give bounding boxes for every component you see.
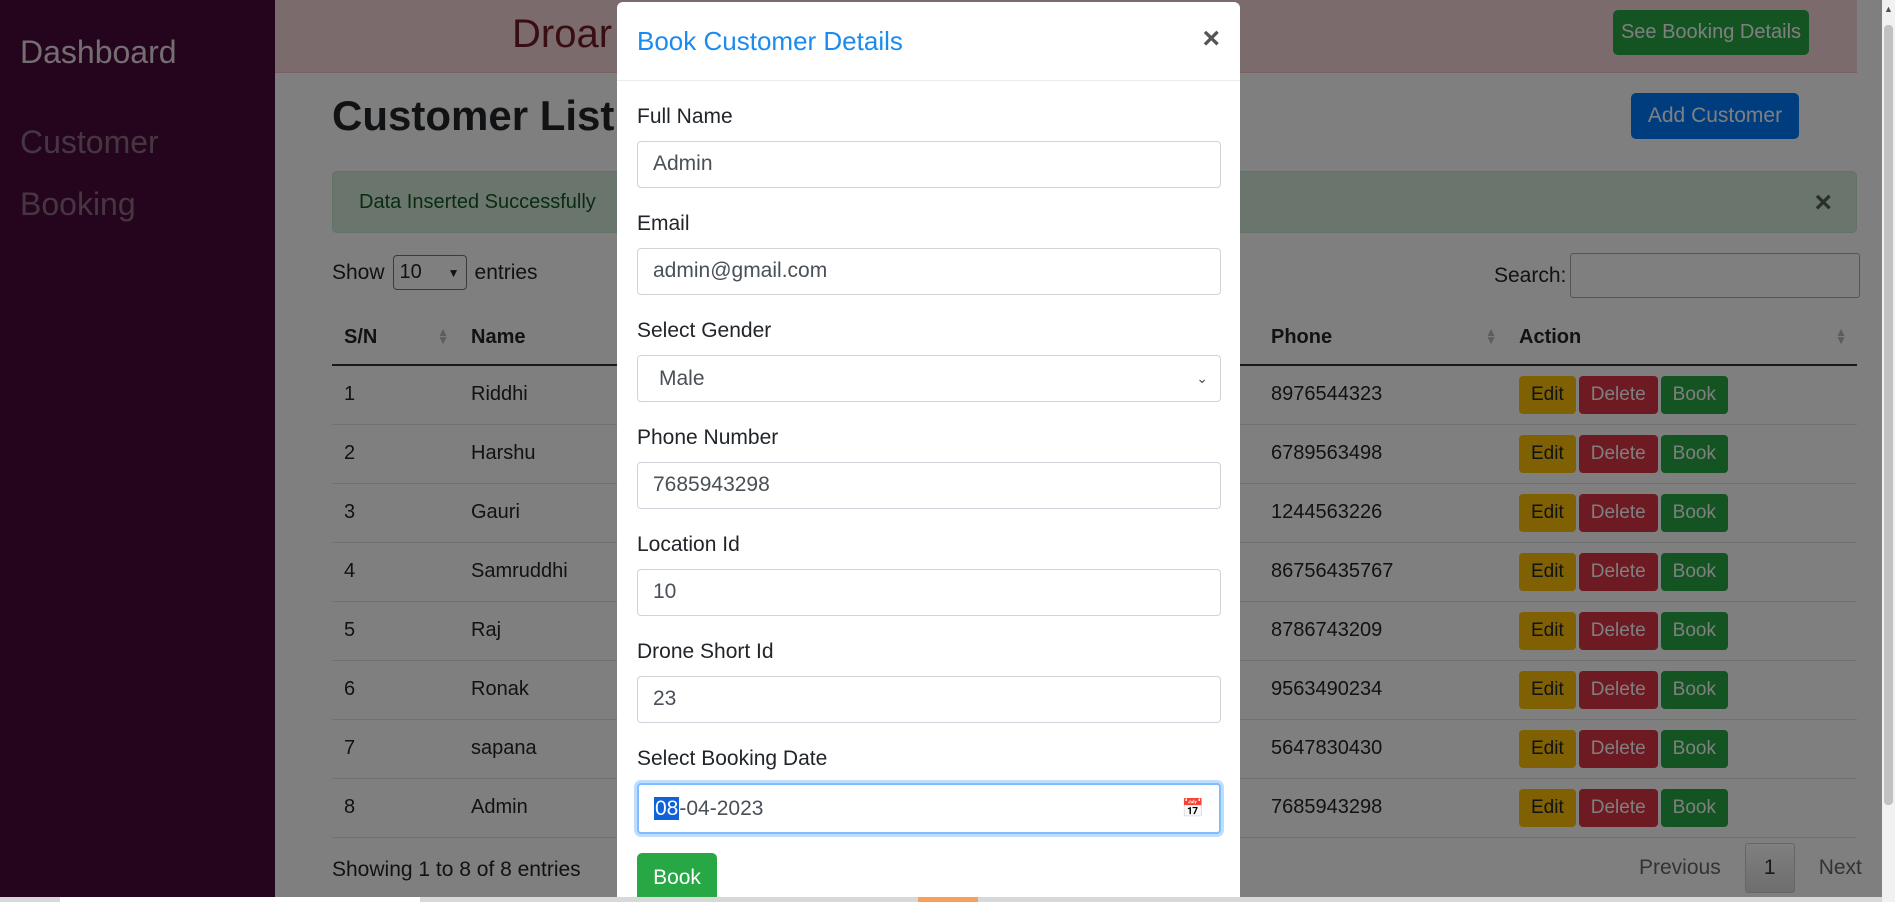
gender-label: Select Gender — [637, 319, 772, 342]
close-icon[interactable]: × — [1202, 22, 1220, 56]
taskbar-segment — [918, 897, 978, 902]
phone-label: Phone Number — [637, 426, 779, 449]
phone-field[interactable]: 7685943298 — [637, 462, 1221, 509]
scroll-up-icon[interactable]: ▲ — [1884, 4, 1893, 14]
location-id-field[interactable]: 10 — [637, 569, 1221, 616]
booking-date-label: Select Booking Date — [637, 747, 828, 770]
full-name-label: Full Name — [637, 105, 733, 128]
date-day-segment[interactable]: 08 — [654, 796, 680, 820]
email-label: Email — [637, 212, 690, 235]
book-submit-button[interactable]: Book — [637, 853, 717, 902]
booking-modal: Book Customer Details × Full Name Admin … — [617, 2, 1240, 902]
page-scrollbar[interactable]: ▲ — [1882, 0, 1895, 902]
calendar-icon[interactable]: 📅 — [1182, 798, 1204, 819]
booking-date-field[interactable]: 08-04-2023 📅 — [637, 783, 1221, 834]
full-name-field[interactable]: Admin — [637, 141, 1221, 188]
modal-header: Book Customer Details × — [617, 2, 1240, 81]
gender-select-value: Male — [659, 366, 705, 390]
location-label: Location Id — [637, 533, 740, 556]
booking-date-value: 08-04-2023 — [654, 796, 763, 821]
scrollbar-thumb[interactable] — [1884, 25, 1893, 805]
chevron-down-icon: ⌄ — [1196, 370, 1208, 386]
gender-select[interactable]: Male ⌄ — [637, 355, 1221, 402]
date-rest-segment[interactable]: -04-2023 — [679, 797, 763, 820]
drone-short-id-field[interactable]: 23 — [637, 676, 1221, 723]
taskbar-segment — [60, 897, 420, 902]
modal-title: Book Customer Details — [637, 26, 903, 56]
drone-label: Drone Short Id — [637, 640, 774, 663]
email-field[interactable]: admin@gmail.com — [637, 248, 1221, 295]
taskbar-strip — [0, 897, 1882, 902]
